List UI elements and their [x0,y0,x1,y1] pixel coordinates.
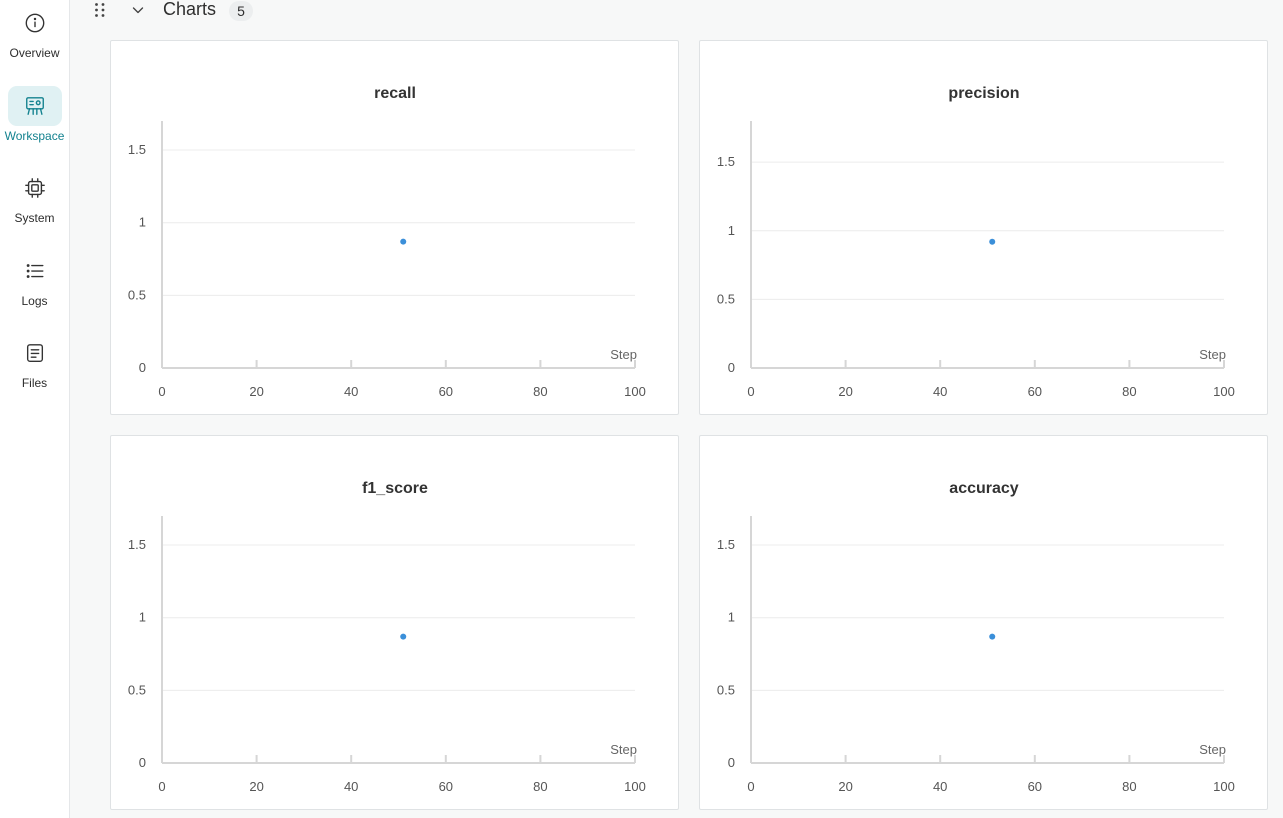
chart-svg: f1_score 0 0.5 1 1.5 0 20 40 60 80 100 Step [128,480,646,794]
chip-icon [8,168,62,208]
y-tick-label: 0 [139,360,146,375]
y-tick-label: 1 [728,610,735,625]
x-tick-label: 40 [344,384,358,399]
sidebar-item-label: Logs [21,294,48,308]
data-point [989,238,996,245]
data-point [989,633,996,640]
sidebar-item-label: System [14,211,55,225]
y-tick-label: 0.5 [128,682,146,697]
data-point [400,238,407,245]
x-tick-label: 0 [158,779,165,794]
y-tick-label: 0.5 [128,287,146,302]
x-tick-label: 40 [344,779,358,794]
sidebar: Overview Workspace System Logs Files [0,0,70,818]
x-tick-label: 20 [249,384,263,399]
x-tick-label: 0 [158,384,165,399]
x-tick-label: 80 [533,779,547,794]
section-header: Charts 5 [70,0,1283,24]
sidebar-item-overview[interactable]: Overview [0,3,69,73]
chart-panel[interactable]: f1_score 0 0.5 1 1.5 0 20 40 60 80 100 Step [110,435,679,810]
section-title: Charts [163,0,217,19]
x-tick-label: 80 [1122,779,1136,794]
sidebar-item-system[interactable]: System [0,168,69,238]
x-tick-label: 0 [747,384,754,399]
x-tick-label: 40 [933,384,947,399]
workspace-icon [7,86,62,126]
chart-svg: precision 0 0.5 1 1.5 0 20 40 60 80 100 Step [717,85,1235,399]
list-icon [8,251,62,291]
y-tick-label: 1.5 [717,537,735,552]
y-tick-label: 1.5 [128,142,146,157]
chart-svg: accuracy 0 0.5 1 1.5 0 20 40 60 80 100 Step [717,480,1235,794]
y-tick-label: 0.5 [717,682,735,697]
sidebar-item-logs[interactable]: Logs [0,251,69,321]
y-tick-label: 0 [728,755,735,770]
chart-title: recall [374,85,416,102]
x-tick-label: 80 [533,384,547,399]
sidebar-item-files[interactable]: Files [0,333,69,403]
x-tick-label: 60 [439,384,453,399]
x-tick-label: 20 [838,384,852,399]
sidebar-item-label: Workspace [4,129,65,143]
x-tick-label: 20 [838,779,852,794]
y-tick-label: 0 [728,360,735,375]
y-tick-label: 0.5 [717,291,735,306]
x-axis-title: Step [1199,347,1226,362]
sidebar-item-label: Overview [9,46,60,60]
x-tick-label: 100 [624,779,646,794]
info-icon [8,3,62,43]
chart-panel[interactable]: recall 0 0.5 1 1.5 0 20 40 60 80 100 Step [110,40,679,415]
sidebar-item-label: Files [21,376,48,390]
x-tick-label: 0 [747,779,754,794]
y-tick-label: 1.5 [128,537,146,552]
chart-title: f1_score [362,480,428,497]
x-axis-title: Step [610,742,637,757]
chart-svg: recall 0 0.5 1 1.5 0 20 40 60 80 100 Step [128,85,646,399]
x-axis-title: Step [1199,742,1226,757]
y-tick-label: 1 [728,223,735,238]
x-tick-label: 100 [624,384,646,399]
sidebar-item-workspace[interactable]: Workspace [0,86,69,156]
section-count-badge: 5 [229,1,253,21]
chart-panel[interactable]: precision 0 0.5 1 1.5 0 20 40 60 80 100 Step [699,40,1268,415]
x-tick-label: 60 [1028,779,1042,794]
chart-title: accuracy [949,480,1018,497]
x-tick-label: 20 [249,779,263,794]
x-tick-label: 60 [439,779,453,794]
y-tick-label: 1 [139,215,146,230]
drag-handle-icon[interactable] [93,2,107,18]
x-tick-label: 100 [1213,384,1235,399]
y-tick-label: 1.5 [717,154,735,169]
x-tick-label: 40 [933,779,947,794]
x-axis-title: Step [610,347,637,362]
x-tick-label: 60 [1028,384,1042,399]
y-tick-label: 0 [139,755,146,770]
chart-panel[interactable]: accuracy 0 0.5 1 1.5 0 20 40 60 80 100 Step [699,435,1268,810]
x-tick-label: 80 [1122,384,1136,399]
file-icon [8,333,62,373]
y-tick-label: 1 [139,610,146,625]
data-point [400,633,407,640]
chevron-down-icon[interactable] [131,3,145,17]
x-tick-label: 100 [1213,779,1235,794]
chart-title: precision [948,85,1019,102]
